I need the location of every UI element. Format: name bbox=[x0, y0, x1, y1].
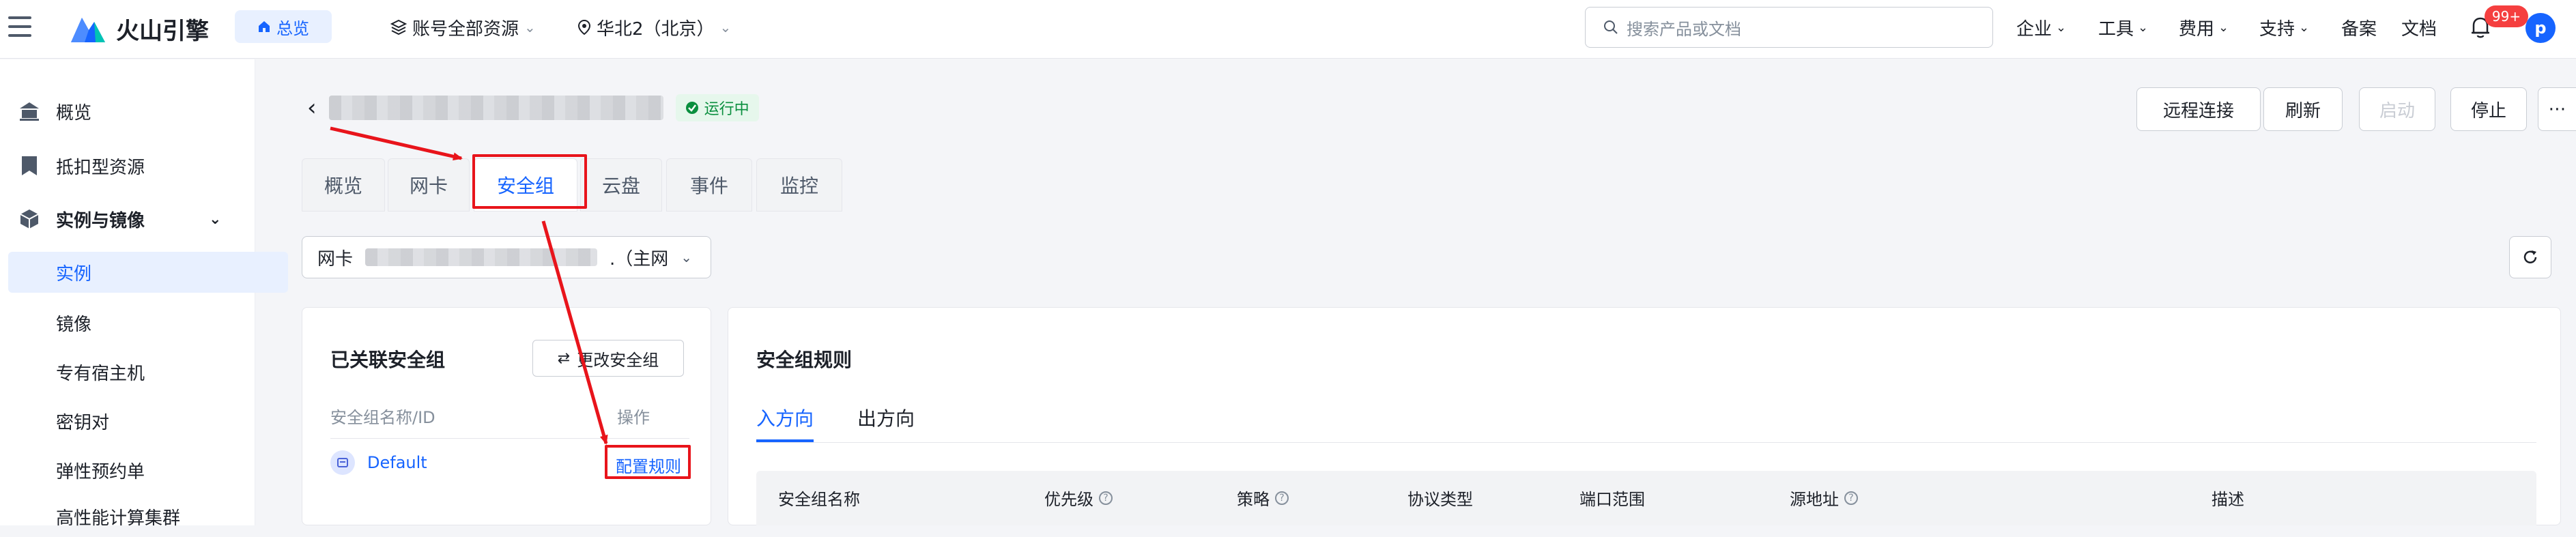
arrow-to-security-tab bbox=[330, 126, 463, 161]
arrow-to-configure-rules bbox=[541, 220, 608, 445]
annotation-arrows bbox=[330, 126, 608, 445]
